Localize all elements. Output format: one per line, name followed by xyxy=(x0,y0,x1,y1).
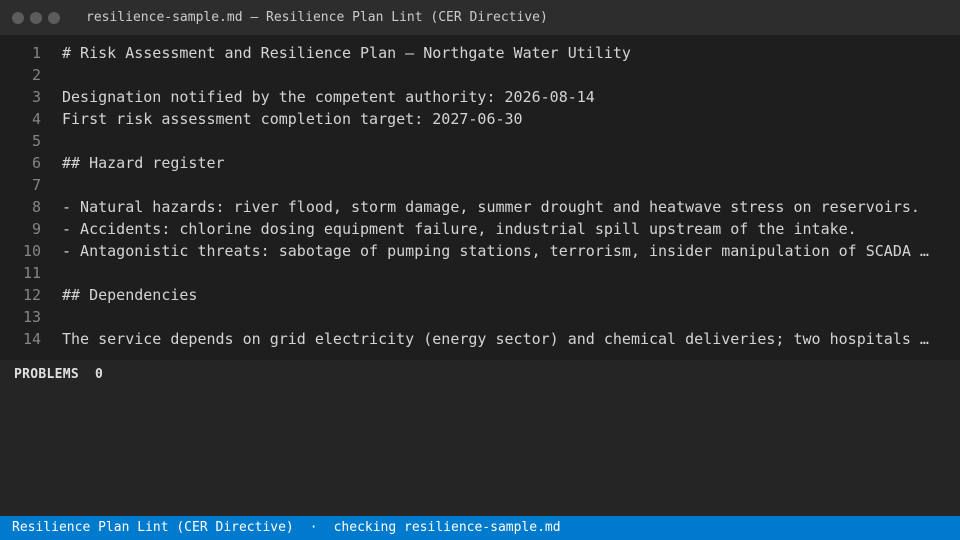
editor-line[interactable]: 6 ## Hazard register xyxy=(0,152,960,174)
line-number: 2 xyxy=(31,66,41,84)
line-text[interactable]: - Natural hazards: river flood, storm da… xyxy=(62,196,920,218)
line-text[interactable]: ## Hazard register xyxy=(62,152,225,174)
line-number: 12 xyxy=(22,286,41,304)
problems-panel: PROBLEMS 0 xyxy=(0,360,960,516)
line-number: 4 xyxy=(31,110,41,128)
line-text[interactable]: - Accidents: chlorine dosing equipment f… xyxy=(62,218,857,240)
editor-line[interactable]: 5 xyxy=(0,130,960,152)
line-text[interactable]: Designation notified by the competent au… xyxy=(62,86,595,108)
editor-line[interactable]: 12 ## Dependencies xyxy=(0,284,960,306)
problems-tab[interactable]: PROBLEMS 0 xyxy=(14,367,103,382)
editor-line[interactable]: 4 First risk assessment completion target… xyxy=(0,108,960,130)
line-number: 1 xyxy=(31,44,41,62)
editor-line[interactable]: 10 - Antagonistic threats: sabotage of pu… xyxy=(0,240,960,262)
problems-count: 0 xyxy=(95,367,104,382)
status-app-name[interactable]: Resilience Plan Lint (CER Directive) xyxy=(12,516,294,540)
line-text[interactable]: The service depends on grid electricity … xyxy=(62,328,929,350)
status-separator: · xyxy=(309,520,318,535)
editor-line[interactable]: 8 - Natural hazards: river flood, storm d… xyxy=(0,196,960,218)
line-number: 9 xyxy=(31,220,41,238)
line-number: 11 xyxy=(22,264,41,282)
editor-line[interactable]: 2 xyxy=(0,64,960,86)
editor-line[interactable]: 14 The service depends on grid electricit… xyxy=(0,328,960,350)
minimize-window-icon[interactable] xyxy=(30,11,42,24)
line-text[interactable]: First risk assessment completion target:… xyxy=(62,108,523,130)
maximize-window-icon[interactable] xyxy=(48,11,60,24)
status-message: checking resilience-sample.md xyxy=(333,520,561,535)
editor-line[interactable]: 7 xyxy=(0,174,960,196)
close-window-icon[interactable] xyxy=(12,11,24,24)
line-number: 5 xyxy=(31,132,41,150)
window-controls xyxy=(12,11,60,24)
editor[interactable]: 1 # Risk Assessment and Resilience Plan —… xyxy=(0,35,960,360)
editor-line[interactable]: 9 - Accidents: chlorine dosing equipment … xyxy=(0,218,960,240)
line-number: 7 xyxy=(31,176,41,194)
line-text[interactable]: ## Dependencies xyxy=(62,284,197,306)
line-text[interactable]: - Antagonistic threats: sabotage of pump… xyxy=(62,240,929,262)
title-bar: resilience-sample.md — Resilience Plan L… xyxy=(0,0,960,35)
problems-label: PROBLEMS xyxy=(14,367,80,382)
editor-line[interactable]: 11 xyxy=(0,262,960,284)
line-number: 6 xyxy=(31,154,41,172)
editor-line[interactable]: 1 # Risk Assessment and Resilience Plan —… xyxy=(0,42,960,64)
line-text[interactable]: # Risk Assessment and Resilience Plan — … xyxy=(62,42,631,64)
line-number: 13 xyxy=(22,308,41,326)
editor-line[interactable]: 3 Designation notified by the competent a… xyxy=(0,86,960,108)
line-number: 10 xyxy=(22,242,41,260)
app-window: resilience-sample.md — Resilience Plan L… xyxy=(0,0,960,540)
editor-line[interactable]: 13 xyxy=(0,306,960,328)
line-number: 3 xyxy=(31,88,41,106)
window-title: resilience-sample.md — Resilience Plan L… xyxy=(86,10,548,25)
status-bar: Resilience Plan Lint (CER Directive) · c… xyxy=(0,516,960,540)
line-number: 14 xyxy=(22,330,41,348)
line-number: 8 xyxy=(31,198,41,216)
